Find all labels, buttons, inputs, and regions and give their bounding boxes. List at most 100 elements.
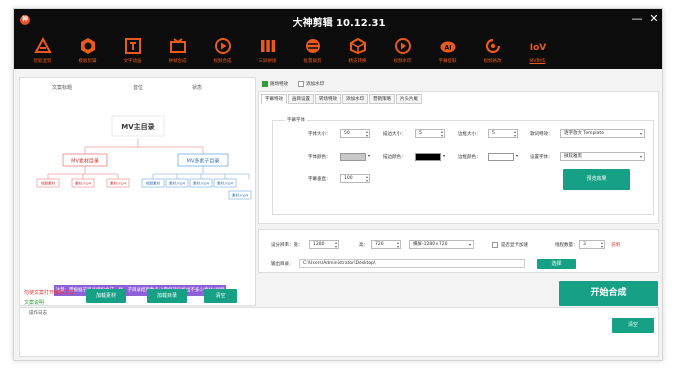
stroke-size-spinner[interactable]: 5 ▴ ▾ <box>415 129 445 138</box>
merge-icon <box>169 37 187 55</box>
effects-checkbox[interactable] <box>262 81 268 87</box>
leaf-label: 视频素材 <box>146 181 160 186</box>
font-color-label: 字体颜色： <box>308 155 331 160</box>
border-size-spinner[interactable]: 5 ▴ ▾ <box>488 129 518 138</box>
tab-subtitle-effects[interactable]: 字幕特效 <box>261 94 287 104</box>
height-spinner[interactable]: 720 ▴ ▾ <box>371 240 401 249</box>
right-leaves: 视频素材 素材.mp4 素材.mp4 素材.mp4 素材.mp4 <box>141 178 252 200</box>
tab-intro-outro[interactable]: 片头片尾 <box>396 94 422 104</box>
swirl-icon <box>484 37 502 55</box>
tool-watermark[interactable]: 视频水印 <box>380 37 425 69</box>
tool-mv-make[interactable]: IoV MV制作 <box>515 37 560 69</box>
spinner-arrows-icon[interactable]: ▴ ▾ <box>366 130 368 138</box>
tool-batch-crop[interactable]: 批量裁剪 <box>290 37 335 69</box>
box-icon <box>349 37 367 55</box>
tool-label: 字幕提取 <box>438 59 457 64</box>
settings-panel: 字幕特效 画目设置 转场特效 添加水印 营销策略 片头片尾 字幕字体 字体大小：… <box>258 91 659 224</box>
spinner-arrows-icon[interactable]: ▴ ▾ <box>397 241 399 249</box>
leaf-label: 素材.mp4 <box>232 193 249 198</box>
column-header-audio: 音位 <box>133 85 144 91</box>
threads-hint-link[interactable]: 说明 <box>611 242 620 248</box>
script-help-link[interactable]: 文案说明 <box>24 299 44 306</box>
column-header-title: 文案标题 <box>52 85 73 91</box>
chevron-down-icon[interactable]: ▾ <box>516 153 518 158</box>
output-dir-field[interactable]: C:\Users\Administrator\Desktop\ <box>299 259 525 268</box>
load-directory-button[interactable]: 加载目录 <box>147 289 187 303</box>
resolution-preset-select[interactable]: 横屏-1280×720 ▾ <box>409 240 474 249</box>
border-size-value: 5 <box>492 131 495 136</box>
spinner-arrows-icon[interactable]: ▴ ▾ <box>514 130 516 138</box>
tool-label: 精支转换 <box>348 59 367 64</box>
preview-effect-button[interactable]: 预览效果 <box>563 169 630 190</box>
resolution-preset-value: 横屏-1280×720 <box>413 242 448 247</box>
stroke-color-swatch[interactable] <box>415 153 441 161</box>
tool-smart-mix[interactable]: 智能混剪 <box>20 37 65 69</box>
leaf-label: 素材.mp4 <box>75 181 92 186</box>
text-frame-icon <box>124 37 142 55</box>
spinner-arrows-icon[interactable]: ▴ ▾ <box>441 130 443 138</box>
clear-log-button[interactable]: 清空 <box>612 318 654 333</box>
spinner-arrows-icon[interactable]: ▴ ▾ <box>366 175 368 183</box>
threads-label: 线程数量： <box>555 243 578 248</box>
width-spinner[interactable]: 1280 ▴ ▾ <box>309 240 339 249</box>
tool-video-format[interactable]: 视频格改 <box>470 37 515 69</box>
tab-watermark[interactable]: 添加水印 <box>342 94 368 104</box>
tool-label: 批量裁剪 <box>303 59 322 64</box>
leaf-label: 素材.mp4 <box>193 181 210 186</box>
tool-triple-screen[interactable]: 三屏拼接 <box>245 37 290 69</box>
chevron-down-icon[interactable]: ▾ <box>443 153 445 158</box>
gpu-accel-label: 是否显卡加速 <box>501 243 528 248</box>
svg-text:AI: AI <box>444 44 451 51</box>
feature-toggles: 随场特效 添加水印 <box>262 80 324 88</box>
start-compose-button[interactable]: 开始合成 <box>559 281 658 306</box>
tool-frame-merge[interactable]: 拼帧合成 <box>155 37 200 69</box>
watermark-checkbox-label: 添加水印 <box>306 82 324 87</box>
tool-video-merge[interactable]: 视频合成 <box>200 37 245 69</box>
minimize-button[interactable]: — <box>630 12 644 25</box>
clear-list-button[interactable]: 清空 <box>204 289 237 303</box>
title-bar: 神 大神剪辑 10.12.31 — ✕ 智能混剪 模板剪辑 文字动画 拼帧合成 <box>14 9 662 69</box>
effects-checkbox-label: 随场特效 <box>270 82 288 87</box>
spinner-arrows-icon[interactable]: ▴ ▾ <box>335 241 337 249</box>
font-color-swatch[interactable] <box>340 153 366 161</box>
toolbar: 智能混剪 模板剪辑 文字动画 拼帧合成 视频合成 三屏拼接 批量裁剪 精支转换 … <box>20 37 560 69</box>
tool-convert[interactable]: 精支转换 <box>335 37 380 69</box>
left-child-label: MV素材目录 <box>71 158 99 165</box>
directory-diagram: MV主目录 MV素材目录 MV多素子目录 视频素材 素材.mp4 素材.mp4 … <box>36 115 252 200</box>
vertical-spinner[interactable]: 100 ▴ ▾ <box>340 174 370 183</box>
tool-subtitle-extract[interactable]: AI 字幕提取 <box>425 37 470 69</box>
select-dir-button[interactable]: 选择 <box>537 259 576 269</box>
tab-marketing[interactable]: 营销策略 <box>369 94 395 104</box>
tool-template-edit[interactable]: 模板剪辑 <box>65 37 110 69</box>
border-color-swatch[interactable] <box>488 153 514 161</box>
stroke-color-label: 描边颜色： <box>383 155 406 160</box>
tab-screen-settings[interactable]: 画目设置 <box>288 94 314 104</box>
bars-icon <box>259 37 277 55</box>
open-script-link[interactable]: 勿使文案打开编辑文案 <box>24 289 74 296</box>
settings-tabs: 字幕特效 画目设置 转场特效 添加水印 营销策略 片头片尾 <box>261 94 423 104</box>
chevron-down-icon[interactable]: ▾ <box>368 153 370 158</box>
tool-label: 视频格改 <box>483 59 502 64</box>
gpu-accel-checkbox[interactable] <box>492 242 498 248</box>
leaf-label: 素材.mp4 <box>217 181 234 186</box>
root-node-label: MV主目录 <box>121 122 154 131</box>
chevron-down-icon: ▾ <box>468 242 471 247</box>
tool-label: 视频水印 <box>393 59 412 64</box>
effect-select[interactable]: 逐字放大 Template ▾ <box>560 129 645 138</box>
tool-label: 智能混剪 <box>33 59 52 64</box>
tab-transition[interactable]: 转场特效 <box>315 94 341 104</box>
output-settings: 设分辨率：宽： 1280 ▴ ▾ 高： 720 ▴ ▾ 横屏-1280×720 ▾ 是否显… <box>258 229 659 273</box>
font-size-spinner[interactable]: 50 ▴ ▾ <box>340 129 370 138</box>
ai-badge-icon: AI <box>439 37 457 55</box>
font-face-select[interactable]: 微软雅黑 ▾ <box>560 152 645 161</box>
effect-label: 歌词特效： <box>530 132 553 137</box>
tool-text-animation[interactable]: 文字动画 <box>110 37 155 69</box>
close-button[interactable]: ✕ <box>647 12 661 25</box>
load-material-button[interactable]: 加载素材 <box>86 289 126 303</box>
threads-spinner[interactable]: 3 ▴ ▾ <box>579 240 605 249</box>
watermark-checkbox[interactable] <box>298 81 304 87</box>
effect-value: 逐字放大 Template <box>564 131 604 136</box>
leaf-label: 视频素材 <box>41 181 55 186</box>
border-color-label: 边框颜色： <box>458 155 481 160</box>
spinner-arrows-icon[interactable]: ▴ ▾ <box>601 241 603 249</box>
